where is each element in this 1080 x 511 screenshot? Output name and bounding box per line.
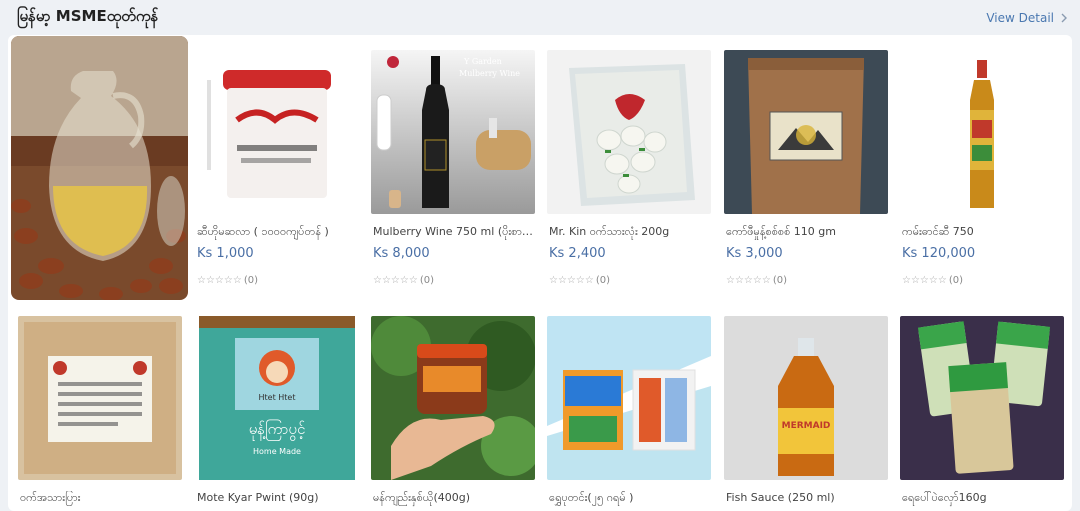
product-name: Mr. Kin ဝက်သားလုံး 200g <box>549 225 670 238</box>
rating-stars-icon: ☆☆☆☆☆ <box>549 275 594 286</box>
fish-sauce-label: MERMAID <box>782 421 831 431</box>
product-image <box>900 316 1064 480</box>
product-card[interactable]: Mr. Kin ဝက်သားလုံး 200g Ks 2,400 ☆☆☆☆☆ (0… <box>547 50 713 286</box>
rating-count: (0) <box>243 275 258 286</box>
product-card[interactable]: မန်ကျည်းနှစ်ယို(400g) <box>371 316 537 507</box>
snack-label-brand: Htet Htet <box>259 393 296 402</box>
rating-stars-icon: ☆☆☆☆☆ <box>726 275 771 286</box>
product-card[interactable]: ဝက်အသားပြား <box>18 316 184 507</box>
product-image: MERMAID <box>724 316 888 480</box>
product-card[interactable]: ကမ်းဓာင်ဆီ 750 Ks 120,000 ☆☆☆☆☆ (0) <box>900 50 1066 286</box>
view-detail-link[interactable]: View Detail <box>986 11 1068 25</box>
section-header: မြန်မာ့ MSMEထုတ်ကုန် View Detail <box>0 0 1080 36</box>
wine-label-line2: Mulberry Wine <box>459 69 520 78</box>
product-rating: ☆☆☆☆☆ (0) <box>724 275 890 286</box>
product-image <box>18 316 182 480</box>
product-name: Fish Sauce (250 ml) <box>726 491 835 504</box>
product-card[interactable]: Htet Htet မုန့်ကြာပွင့် Home Made Mote K… <box>195 316 361 504</box>
product-price: Ks 1,000 <box>197 246 254 261</box>
product-card[interactable]: ဆီဟိုမဆလာ ( ၁၀၀၀ကျပ်တန် ) Ks 1,000 ☆☆☆☆☆… <box>195 50 361 286</box>
product-name: Mote Kyar Pwint (90g) <box>197 491 319 504</box>
product-image: Y Garden Mulberry Wine <box>371 50 535 214</box>
product-card[interactable]: MERMAID Fish Sauce (250 ml) <box>724 316 890 504</box>
product-rating: ☆☆☆☆☆ (0) <box>547 275 713 286</box>
wine-label-line1: Y Garden <box>463 57 502 66</box>
product-price: Ks 120,000 <box>902 246 976 261</box>
product-rating: ☆☆☆☆☆ (0) <box>371 275 537 286</box>
product-name: ကမ်းဓာင်ဆီ 750 <box>902 225 974 238</box>
product-name: ရွှေပုတင်း(၂၅ ဂရမ် ) <box>549 491 634 504</box>
product-image <box>547 316 711 480</box>
product-price: Ks 8,000 <box>373 246 430 261</box>
view-detail-label: View Detail <box>986 11 1054 25</box>
rating-count: (0) <box>772 275 787 286</box>
product-card[interactable]: Y Garden Mulberry Wine Mulberry Wine 750… <box>371 50 537 286</box>
chevron-right-icon <box>1061 13 1067 23</box>
rating-stars-icon: ☆☆☆☆☆ <box>373 275 418 286</box>
product-image <box>724 50 888 214</box>
rating-count: (0) <box>595 275 610 286</box>
product-image <box>900 50 1064 214</box>
product-price: Ks 3,000 <box>726 246 783 261</box>
product-name: ကော်ဖီမှုန့်စစ်စစ် 110 gm <box>726 225 836 238</box>
rating-stars-icon: ☆☆☆☆☆ <box>902 275 947 286</box>
product-card[interactable]: ရေပေါ်ပဲလှော်160g <box>900 316 1066 507</box>
product-name: Mulberry Wine 750 ml (ပိုးစာပင်) <box>373 225 537 238</box>
product-card[interactable]: ရွှေပုတင်း(၂၅ ဂရမ် ) <box>547 316 713 507</box>
product-image: Htet Htet မုန့်ကြာပွင့် Home Made <box>195 316 359 480</box>
product-name: ဆီဟိုမဆလာ ( ၁၀၀၀ကျပ်တန် ) <box>197 225 329 238</box>
section-title: မြန်မာ့ MSMEထုတ်ကုန် <box>17 7 159 25</box>
product-rating: ☆☆☆☆☆ (0) <box>900 275 1066 286</box>
product-price: Ks 2,400 <box>549 246 606 261</box>
product-name: ဝက်အသားပြား <box>20 491 81 504</box>
product-image <box>547 50 711 214</box>
product-image <box>371 316 535 480</box>
featured-oil-banner[interactable] <box>11 36 188 300</box>
product-panel: ဆီဟိုမဆလာ ( ၁၀၀၀ကျပ်တန် ) Ks 1,000 ☆☆☆☆☆… <box>8 35 1072 511</box>
rating-count: (0) <box>419 275 434 286</box>
product-name: ရေပေါ်ပဲလှော်160g <box>902 491 987 504</box>
product-image <box>195 50 359 214</box>
snack-label-title: မုန့်ကြာပွင့် <box>249 419 306 441</box>
product-rating: ☆☆☆☆☆ (0) <box>195 275 361 286</box>
product-card[interactable]: ကော်ဖီမှုန့်စစ်စစ် 110 gm Ks 3,000 ☆☆☆☆☆… <box>724 50 890 286</box>
product-name: မန်ကျည်းနှစ်ယို(400g) <box>373 491 471 504</box>
rating-stars-icon: ☆☆☆☆☆ <box>197 275 242 286</box>
rating-count: (0) <box>948 275 963 286</box>
snack-label-sub: Home Made <box>253 447 301 456</box>
